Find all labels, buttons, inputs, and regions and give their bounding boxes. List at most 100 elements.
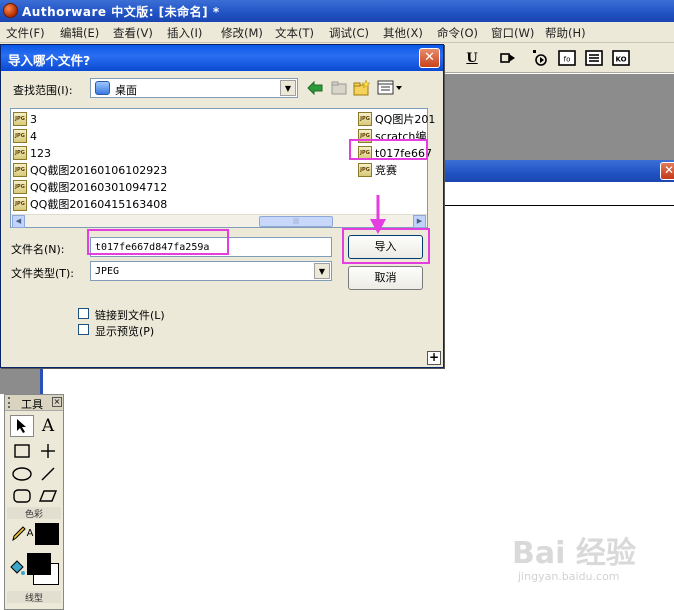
import-dialog: 导入哪个文件? ✕ 查找范围(I): 桌面 ▼ JPG 3 JPG 4 JPG 123 JP… xyxy=(0,44,444,368)
back-arrow-icon[interactable] xyxy=(307,80,323,96)
jpg-file-icon: JPG xyxy=(358,163,372,177)
rounded-rect-icon[interactable] xyxy=(10,485,34,507)
menu-text[interactable]: 文本(T) xyxy=(275,25,314,41)
up-folder-icon[interactable] xyxy=(331,80,347,96)
underline-icon[interactable]: U xyxy=(462,48,482,68)
menu-other[interactable]: 其他(X) xyxy=(383,25,423,41)
fo-label: fo xyxy=(564,56,571,64)
jpg-file-icon: JPG xyxy=(13,129,27,143)
menu-debug[interactable]: 调试(C) xyxy=(329,25,369,41)
pen-color-swatch[interactable] xyxy=(35,523,59,545)
horizontal-scrollbar[interactable]: ◀ ||| ▶ xyxy=(11,214,427,228)
knowledge-object-icon[interactable]: KO xyxy=(611,48,631,68)
jpg-file-icon: JPG xyxy=(358,112,372,126)
dialog-title: 导入哪个文件? xyxy=(8,53,91,68)
menu-command[interactable]: 命令(O) xyxy=(437,25,478,41)
menu-help[interactable]: 帮助(H) xyxy=(545,25,586,41)
pen-color-icon[interactable]: A xyxy=(7,522,37,544)
ko-label: KO xyxy=(615,56,626,64)
polygon-icon[interactable] xyxy=(36,485,60,507)
desktop-icon xyxy=(95,81,110,95)
filename-label: 文件名(N): xyxy=(11,243,65,256)
view-menu-icon[interactable] xyxy=(377,80,403,96)
file-item-label: QQ截图20160415163408 xyxy=(30,198,168,211)
filetype-value: JPEG xyxy=(95,266,120,277)
design-window-titlebar[interactable] xyxy=(442,160,674,182)
text-tool-label: A xyxy=(41,416,55,436)
file-item-label: QQ截图20160301094712 xyxy=(30,181,168,194)
file-item[interactable]: JPG 3 xyxy=(13,111,37,127)
file-item-label: 竞赛 xyxy=(375,164,397,177)
jpg-file-icon: JPG xyxy=(13,112,27,126)
look-in-label: 查找范围(I): xyxy=(13,84,73,97)
file-item-label: 123 xyxy=(30,146,51,160)
jpg-file-icon: JPG xyxy=(13,146,27,160)
watermark-logo: Bai 经验 jingyan.baidu.com xyxy=(512,528,662,598)
rectangle-icon[interactable] xyxy=(10,440,34,462)
design-window-body xyxy=(442,182,674,206)
file-item[interactable]: JPG QQ截图20160106102923 xyxy=(13,162,167,178)
control-icon[interactable] xyxy=(530,48,550,68)
tools-title: 工具 xyxy=(21,398,43,411)
tools-titlebar[interactable]: 工具 × xyxy=(5,395,63,411)
menu-edit[interactable]: 编辑(E) xyxy=(60,25,99,41)
fill-bucket-icon[interactable] xyxy=(7,557,27,579)
file-item[interactable]: JPG 竞赛 xyxy=(358,162,397,178)
expand-button[interactable]: + xyxy=(427,351,441,365)
variables-icon[interactable] xyxy=(584,48,604,68)
show-preview-checkbox[interactable] xyxy=(78,324,89,335)
file-item-label: QQ图片201 xyxy=(375,113,436,126)
file-item[interactable]: JPG 123 xyxy=(13,145,51,161)
menu-file[interactable]: 文件(F) xyxy=(6,25,45,41)
file-list[interactable]: JPG 3 JPG 4 JPG 123 JPG QQ截图20160106102923 JPG QQ… xyxy=(10,108,435,228)
link-to-file-label: 链接到文件(L) xyxy=(95,309,165,322)
tools-palette: 工具 × A 色彩 A 线型 xyxy=(4,394,64,610)
highlight-selected-file xyxy=(349,139,428,160)
ellipse-icon[interactable] xyxy=(10,463,34,485)
close-icon[interactable]: × xyxy=(52,397,62,407)
file-item-label: QQ截图20160106102923 xyxy=(30,164,168,177)
workspace-background xyxy=(442,74,674,164)
line-section-label: 线型 xyxy=(7,591,61,604)
file-item[interactable]: JPG 4 xyxy=(13,128,37,144)
scrollbar-thumb[interactable]: ||| xyxy=(259,216,333,227)
menu-modify[interactable]: 修改(M) xyxy=(221,25,263,41)
diagonal-line-icon[interactable] xyxy=(36,463,60,485)
text-tool-icon[interactable]: A xyxy=(36,415,60,437)
function-icon[interactable]: fo xyxy=(557,48,577,68)
chevron-down-icon[interactable]: ▼ xyxy=(314,263,330,279)
underline-label: U xyxy=(466,50,478,66)
watermark-text: Bai 经验 xyxy=(512,536,636,571)
pointer-icon[interactable] xyxy=(10,415,34,437)
grip-icon xyxy=(8,397,12,408)
line-icon[interactable] xyxy=(36,440,60,462)
app-titlebar: Authorware 中文版: [未命名] * xyxy=(0,0,674,22)
file-item-label: 3 xyxy=(30,112,37,126)
scroll-right-icon[interactable]: ▶ xyxy=(413,215,426,228)
highlight-filename xyxy=(87,229,229,255)
authorware-logo-icon xyxy=(3,3,18,18)
jpg-file-icon: JPG xyxy=(13,163,27,177)
menu-view[interactable]: 查看(V) xyxy=(113,25,153,41)
filetype-label: 文件类型(T): xyxy=(11,267,75,280)
link-to-file-checkbox[interactable] xyxy=(78,308,89,319)
filetype-select[interactable]: JPEG ▼ xyxy=(90,261,332,281)
menu-bar: 文件(F) 编辑(E) 查看(V) 插入(I) 修改(M) 文本(T) 调试(C… xyxy=(0,22,674,43)
design-window-close-icon[interactable]: ✕ xyxy=(660,162,674,180)
foreground-color-swatch[interactable] xyxy=(27,553,51,575)
new-folder-icon[interactable] xyxy=(353,79,371,97)
file-item[interactable]: JPG QQ图片201 xyxy=(358,111,435,127)
file-item-label: 4 xyxy=(30,129,37,143)
file-item[interactable]: JPG QQ截图20160301094712 xyxy=(13,179,167,195)
play-icon[interactable] xyxy=(498,48,518,68)
look-in-combo[interactable]: 桌面 ▼ xyxy=(90,78,298,98)
file-item[interactable]: JPG QQ截图20160415163408 xyxy=(13,196,167,212)
dialog-titlebar: 导入哪个文件? xyxy=(1,45,443,71)
menu-insert[interactable]: 插入(I) xyxy=(167,25,202,41)
color-section-label: 色彩 xyxy=(7,507,61,520)
chevron-down-icon[interactable]: ▼ xyxy=(280,80,296,96)
menu-window[interactable]: 窗口(W) xyxy=(491,25,534,41)
cancel-button[interactable]: 取消 xyxy=(348,266,423,290)
dialog-close-button[interactable]: ✕ xyxy=(419,48,440,68)
scroll-left-icon[interactable]: ◀ xyxy=(12,215,25,228)
